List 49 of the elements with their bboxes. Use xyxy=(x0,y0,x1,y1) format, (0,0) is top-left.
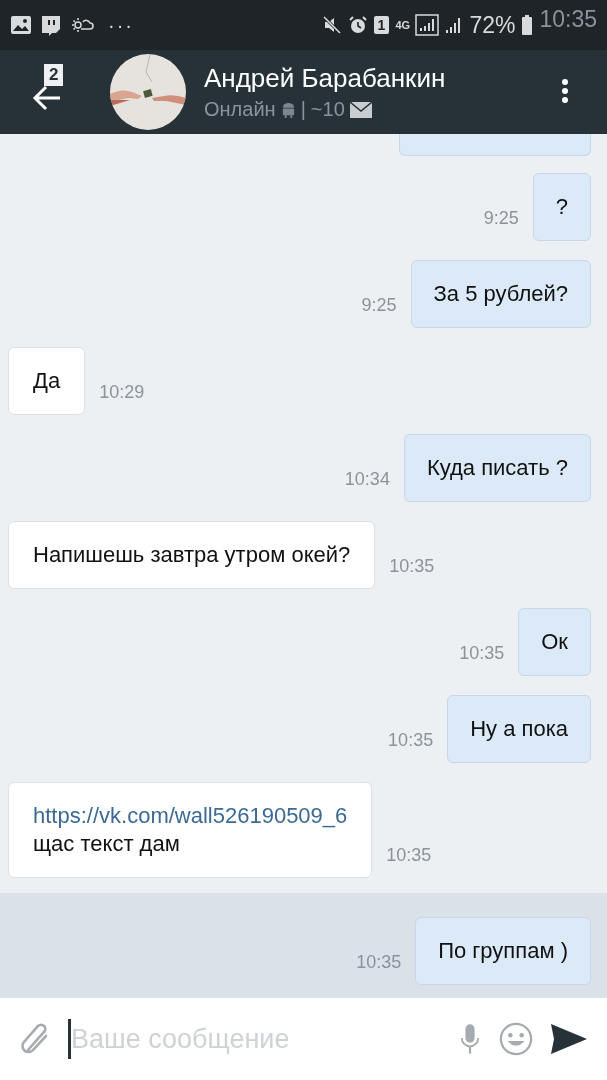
message-bubble: Да xyxy=(8,347,86,415)
message-bubble: По группам ) xyxy=(415,917,591,985)
contact-name: Андрей Барабанкин xyxy=(204,63,447,94)
alarm-icon xyxy=(347,15,368,35)
message-time: 10:35 xyxy=(388,730,434,751)
message-time: 10:35 xyxy=(356,952,402,973)
message-count: ~10 xyxy=(310,98,345,121)
send-button[interactable] xyxy=(551,1024,587,1054)
message-time: 10:35 xyxy=(386,845,432,866)
message-time: 9:25 xyxy=(361,295,397,316)
message-bubble: ? xyxy=(532,173,591,241)
envelope-icon xyxy=(349,101,372,118)
sim-icon: 1 xyxy=(373,16,390,34)
message-time: 9:25 xyxy=(483,208,519,229)
mute-icon xyxy=(321,15,342,35)
back-button[interactable]: 2 xyxy=(32,62,68,122)
send-icon xyxy=(551,1024,587,1054)
microphone-icon xyxy=(459,1023,481,1055)
message-time: 10:29 xyxy=(99,382,145,403)
android-icon xyxy=(280,101,296,118)
message-time: 10:34 xyxy=(344,469,390,490)
message-bubble: Куда писать ? xyxy=(403,434,591,502)
unread-badge: 2 xyxy=(44,64,64,86)
message-bubble: За 5 рублей? xyxy=(410,260,591,328)
message-bubble: Ну а пока xyxy=(447,695,591,763)
message-link[interactable]: https://vk.com/wall526190509_6 xyxy=(33,802,348,830)
message-time: 10:35 xyxy=(389,556,435,577)
smiley-icon xyxy=(499,1022,533,1056)
battery-percent-text: 72% xyxy=(469,11,516,39)
emoji-button[interactable] xyxy=(499,1022,533,1056)
more-notifications-text: ··· xyxy=(108,13,134,37)
online-status: Онлайн xyxy=(204,98,276,121)
signal-icon xyxy=(415,14,440,36)
message-bubble: Напишешь завтра утром окей? xyxy=(8,521,376,589)
gallery-icon xyxy=(10,15,32,35)
message-text: щас текст дам xyxy=(33,830,181,858)
separator-text: | xyxy=(300,98,306,121)
attach-button[interactable] xyxy=(20,1022,50,1056)
weather-icon xyxy=(70,15,94,35)
more-icon xyxy=(561,77,569,104)
voice-button[interactable] xyxy=(459,1023,481,1055)
paperclip-icon xyxy=(20,1022,50,1056)
clock-text: 10:35 xyxy=(539,5,597,33)
battery-icon xyxy=(521,14,534,36)
message-bubble: Ок xyxy=(518,608,591,676)
network-type-text: 4G xyxy=(395,19,410,31)
message-time: 10:35 xyxy=(459,643,505,664)
back-arrow-icon xyxy=(32,85,62,111)
chat-icon xyxy=(40,14,62,36)
